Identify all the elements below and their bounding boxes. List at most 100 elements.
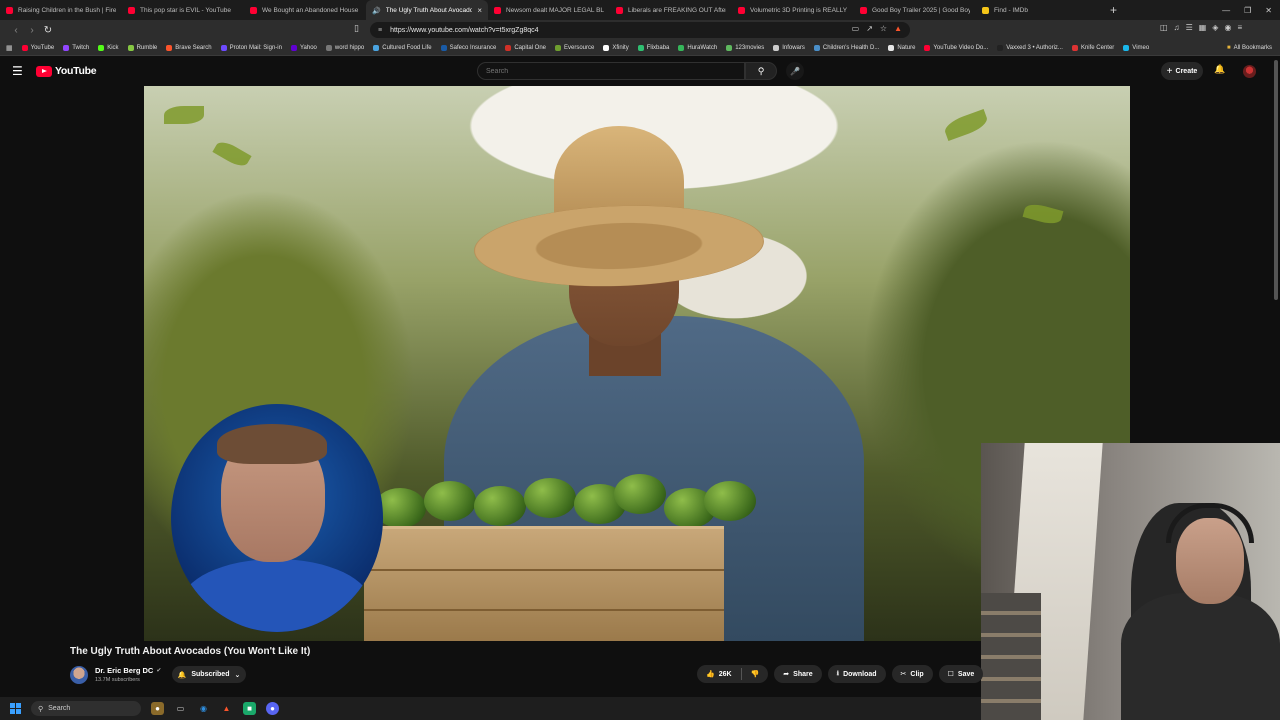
bookmark-item[interactable]: Vimeo xyxy=(1123,44,1149,51)
bookmark-item[interactable]: Cultured Food Life xyxy=(373,44,432,51)
guide-menu-icon[interactable]: ☰ xyxy=(12,64,23,78)
restore-icon[interactable]: ❐ xyxy=(1244,6,1251,15)
bookmark-item[interactable]: Knife Center xyxy=(1071,44,1114,51)
bookmark-item[interactable]: Capital One xyxy=(505,44,546,51)
bookmark-item[interactable]: Safeco Insurance xyxy=(440,44,496,51)
bookmark-label: Children's Health D... xyxy=(822,44,880,51)
browser-tab[interactable]: Raising Children in the Bush | Fireside xyxy=(0,0,122,20)
search-button[interactable]: ⚲ xyxy=(745,62,777,80)
search-input[interactable] xyxy=(486,67,744,75)
page-scrollbar[interactable] xyxy=(1274,60,1278,300)
youtube-icon xyxy=(494,6,501,14)
bookmark-item[interactable]: Infowars xyxy=(773,44,805,51)
edge-browser-icon[interactable]: ◉ xyxy=(197,702,210,715)
taskbar-search[interactable]: ⚲ Search xyxy=(31,701,141,716)
bookmark-item[interactable]: Rumble xyxy=(127,44,157,51)
search-icon: ⚲ xyxy=(757,65,765,76)
voice-search-button[interactable]: 🎤 xyxy=(786,62,804,80)
browser-tab[interactable]: Volumetric 3D Printing is REALLY FA xyxy=(732,0,854,20)
bookmark-item[interactable]: Children's Health D... xyxy=(813,44,880,51)
browser-tab[interactable]: Good Boy Trailer 2025 | Good Boy Tr xyxy=(854,0,976,20)
bookmark-item[interactable]: YouTube Video Do... xyxy=(924,44,988,51)
save-button[interactable]: ☐ Save xyxy=(938,665,984,683)
bookmark-item[interactable]: Nature xyxy=(888,44,915,51)
create-button[interactable]: + Create xyxy=(1161,62,1203,80)
browser-tab[interactable]: We Bought an Abandoned House on xyxy=(244,0,366,20)
verified-icon: ✔ xyxy=(156,668,162,674)
bookmark-icon[interactable]: ▯ xyxy=(354,23,359,34)
bookmark-item[interactable]: Twitch xyxy=(63,44,90,51)
tab-title: Raising Children in the Bush | Fireside xyxy=(18,6,116,14)
notifications-bell-icon[interactable]: 🔔 xyxy=(1214,64,1225,75)
close-window-icon[interactable]: ✕ xyxy=(1265,6,1272,15)
sidebar-icon[interactable]: ◫ xyxy=(1160,23,1168,32)
account-avatar[interactable] xyxy=(1243,65,1256,78)
tab-title: Find - IMDb xyxy=(994,6,1028,14)
channel-name-row[interactable]: Dr. Eric Berg DC ✔ xyxy=(95,666,161,675)
microphone-icon: 🎤 xyxy=(790,66,800,76)
wallet-icon[interactable]: ◉ xyxy=(1224,23,1231,32)
widgets-icon[interactable]: ● xyxy=(151,702,164,715)
bookmark-favicon-icon xyxy=(325,44,332,51)
bookmarks-bar: ▦ YouTube Twitch Kick Rumble Brave Search Pro… xyxy=(0,40,1280,56)
apps-grid-icon[interactable]: ▦ xyxy=(6,44,13,52)
dislike-button[interactable]: 👎 xyxy=(742,665,769,683)
media-icon[interactable]: ♫ xyxy=(1174,23,1180,32)
site-settings-icon[interactable]: ≡ xyxy=(378,27,382,34)
reader-icon[interactable]: ☰ xyxy=(1186,23,1193,32)
clip-button[interactable]: ✂ Clip xyxy=(891,665,933,683)
bookmark-item[interactable]: Brave Search xyxy=(166,44,212,51)
youtube-icon xyxy=(128,6,135,14)
forward-icon[interactable]: › xyxy=(24,25,40,36)
browser-tab[interactable]: Find - IMDb xyxy=(976,0,1098,20)
extensions-icon[interactable]: ◈ xyxy=(1212,23,1218,32)
thumbs-down-icon: 👎 xyxy=(750,671,760,678)
minimize-icon[interactable]: — xyxy=(1222,6,1230,15)
download-button[interactable]: ⭳ Download xyxy=(827,665,886,683)
subscribed-button[interactable]: 🔔 Subscribed ⌄ xyxy=(172,666,246,683)
bookmark-item[interactable]: Flixbaba xyxy=(637,44,669,51)
back-icon[interactable]: ‹ xyxy=(8,25,24,36)
brave-browser-icon[interactable]: ▲ xyxy=(220,702,233,715)
all-bookmarks[interactable]: ■ All Bookmarks xyxy=(1227,40,1272,56)
messaging-app-icon[interactable]: ■ xyxy=(243,702,256,715)
bookmark-item[interactable]: Vaxxed 3 • Authoriz... xyxy=(997,44,1063,51)
bookmark-star-icon[interactable]: ☆ xyxy=(880,24,887,33)
youtube-logo[interactable]: YouTube xyxy=(36,65,97,77)
subscribed-label: Subscribed xyxy=(191,671,230,678)
bookmark-item[interactable]: Eversource xyxy=(555,44,594,51)
clip-label: Clip xyxy=(910,670,924,678)
like-button[interactable]: 👍 26K xyxy=(697,665,741,683)
bookmark-item[interactable]: Proton Mail: Sign-in xyxy=(220,44,282,51)
windows-start-icon[interactable] xyxy=(10,703,21,714)
bookmark-item[interactable]: YouTube xyxy=(21,44,54,51)
bookmark-item[interactable]: word hippo xyxy=(325,44,364,51)
cast-icon[interactable]: ▭ xyxy=(852,24,860,33)
browser-tab-strip: Raising Children in the Bush | Fireside T… xyxy=(0,0,1280,20)
bookmark-item[interactable]: Xfinity xyxy=(603,44,629,51)
bookmark-favicon-icon xyxy=(603,44,610,51)
bookmark-item[interactable]: Yahoo xyxy=(290,44,317,51)
bookmark-item[interactable]: Kick xyxy=(98,44,119,51)
channel-avatar[interactable] xyxy=(70,666,88,684)
tabs-icon[interactable]: ▦ xyxy=(1199,23,1207,32)
address-bar[interactable]: ≡ https://www.youtube.com/watch?v=t5xrgZ… xyxy=(370,22,910,38)
browser-tab[interactable]: Newsom dealt MAJOR LEGAL BLOW xyxy=(488,0,610,20)
share-page-icon[interactable]: ↗ xyxy=(866,24,873,33)
browser-tab[interactable]: This pop star is EVIL - YouTube xyxy=(122,0,244,20)
reload-icon[interactable]: ↻ xyxy=(40,25,56,36)
bookmark-label: Capital One xyxy=(514,44,546,51)
share-button[interactable]: ➦ Share xyxy=(774,665,822,683)
browser-tab[interactable]: 🔊 The Ugly Truth About Avocados × xyxy=(366,0,488,20)
bookmark-item[interactable]: HuraWatch xyxy=(678,44,717,51)
browser-tab[interactable]: Liberals are FREAKING OUT After RFK xyxy=(610,0,732,20)
close-tab-icon[interactable]: × xyxy=(477,6,482,15)
brave-shield-icon[interactable]: ▲ xyxy=(894,24,902,33)
bookmark-label: Twitch xyxy=(72,44,90,51)
bookmark-item[interactable]: 123movies xyxy=(726,44,764,51)
discord-icon[interactable]: ● xyxy=(266,702,279,715)
menu-icon[interactable]: ≡ xyxy=(1237,23,1242,32)
new-tab-icon[interactable]: + xyxy=(1110,3,1117,17)
os-taskbar: ⚲ Search ● ▭ ◉ ▲ ■ ● xyxy=(0,697,981,720)
file-explorer-icon[interactable]: ▭ xyxy=(174,702,187,715)
